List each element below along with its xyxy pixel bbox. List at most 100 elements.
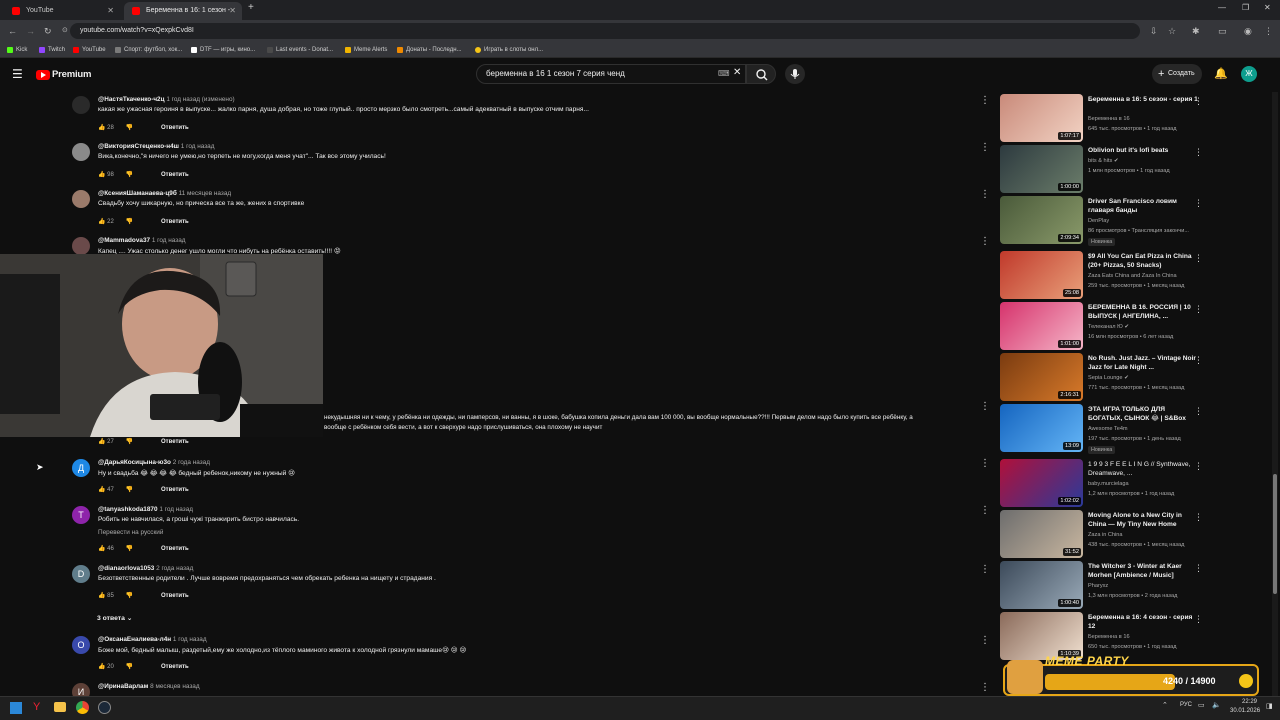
- like-icon[interactable]: 👍: [98, 593, 105, 599]
- file-explorer-icon[interactable]: [54, 702, 66, 712]
- volume-icon[interactable]: 🔈: [1212, 701, 1221, 709]
- video-title[interactable]: Oblivion but it's lofi beats: [1088, 146, 1200, 155]
- comment-author[interactable]: @КсенияШаманаева-ц9б 11 месяцев назад: [98, 190, 231, 197]
- related-video[interactable]: 2:09:34 Driver San Francisco ловим глава…: [1000, 196, 1210, 246]
- translate-link[interactable]: Перевести на русский: [98, 529, 163, 536]
- related-video[interactable]: 1:07:17 Беременна в 16: 5 сезон - серия …: [1000, 94, 1210, 142]
- related-video[interactable]: 1:01:00 БЕРЕМЕННА В 16. РОССИЯ | 10 ВЫПУ…: [1000, 302, 1210, 350]
- channel-name[interactable]: Pharyxz: [1088, 583, 1108, 589]
- comment-author[interactable]: @dianaorlova1053 2 года назад: [98, 565, 193, 572]
- avatar[interactable]: D: [72, 565, 90, 583]
- channel-name[interactable]: Zaza in China: [1088, 532, 1123, 538]
- channel-name[interactable]: bits & hits ✔: [1088, 158, 1119, 164]
- video-title[interactable]: No Rush. Just Jazz. – Vintage Noir Jazz …: [1088, 354, 1200, 372]
- clock-date[interactable]: 30.01.2026: [1230, 708, 1260, 714]
- like-icon[interactable]: 👍: [98, 219, 105, 225]
- video-menu-icon[interactable]: ⋮: [1194, 614, 1203, 625]
- dislike-icon[interactable]: 👎: [126, 664, 133, 670]
- video-menu-icon[interactable]: ⋮: [1194, 563, 1203, 574]
- video-thumbnail[interactable]: 13:09: [1000, 404, 1083, 452]
- like-icon[interactable]: 👍: [98, 664, 105, 670]
- video-menu-icon[interactable]: ⋮: [1194, 96, 1203, 107]
- chrome-icon[interactable]: [76, 701, 89, 714]
- like-icon[interactable]: 👍: [98, 125, 105, 131]
- video-thumbnail[interactable]: 1:10:39: [1000, 612, 1083, 660]
- comment-menu-icon[interactable]: ⋮: [980, 565, 990, 575]
- comment-author[interactable]: @НастяТкаченко-ч2ц 1 год назад (изменено…: [98, 96, 235, 103]
- video-title[interactable]: 1 9 9 3 F E E L I N G // Synthwave, Drea…: [1088, 460, 1200, 478]
- bookmark-kick[interactable]: Kick: [6, 42, 27, 58]
- bookmark-sport[interactable]: Спорт: футбол, хок...: [114, 42, 182, 58]
- channel-name[interactable]: Телеканал Ю ✔: [1088, 324, 1129, 330]
- related-video[interactable]: 1:10:39 Беременна в 16: 4 сезон - серия …: [1000, 612, 1210, 660]
- video-thumbnail[interactable]: 2:16:31: [1000, 353, 1083, 401]
- video-thumbnail[interactable]: 25:08: [1000, 251, 1083, 299]
- related-video[interactable]: 1:00:00 Oblivion but it's lofi beats bit…: [1000, 145, 1210, 193]
- comment-author[interactable]: @Mammadova37 1 год назад: [98, 237, 186, 244]
- new-tab-button[interactable]: +: [248, 2, 254, 13]
- input-language[interactable]: РУС: [1180, 702, 1192, 708]
- comment-menu-icon[interactable]: ⋮: [980, 143, 990, 153]
- scrollbar-thumb[interactable]: [1273, 474, 1277, 594]
- dislike-icon[interactable]: 👎: [126, 172, 133, 178]
- video-title[interactable]: The Witcher 3 - Winter at Kaer Morhen [A…: [1088, 562, 1200, 580]
- video-thumbnail[interactable]: 1:00:00: [1000, 145, 1083, 193]
- reload-icon[interactable]: ↻: [44, 23, 52, 39]
- video-thumbnail[interactable]: 1:02:02: [1000, 459, 1083, 507]
- video-menu-icon[interactable]: ⋮: [1194, 198, 1203, 209]
- forward-icon[interactable]: →: [26, 23, 35, 39]
- video-thumbnail[interactable]: 1:01:00: [1000, 302, 1083, 350]
- comment-menu-icon[interactable]: ⋮: [980, 237, 990, 247]
- reply-button[interactable]: Ответить: [161, 664, 189, 670]
- related-video[interactable]: 2:16:31 No Rush. Just Jazz. – Vintage No…: [1000, 353, 1210, 401]
- minimize-icon[interactable]: —: [1218, 3, 1226, 12]
- network-icon[interactable]: ▭: [1198, 701, 1205, 709]
- comment-author[interactable]: @ОксанаЕналиева-л4н 1 год назад: [98, 636, 207, 643]
- channel-name[interactable]: Беременна в 16: [1088, 634, 1130, 640]
- avatar[interactable]: [72, 143, 90, 161]
- premium-logo-text[interactable]: Premium: [52, 69, 91, 80]
- bookmark-donat[interactable]: Last events - Donat...: [266, 42, 333, 58]
- comment-menu-icon[interactable]: ⋮: [980, 96, 990, 106]
- browser-menu-icon[interactable]: ⋮: [1264, 23, 1273, 39]
- like-icon[interactable]: 👍: [98, 487, 105, 493]
- dislike-icon[interactable]: 👎: [126, 593, 133, 599]
- bookmark-donaty[interactable]: Донаты - Последн...: [396, 42, 462, 58]
- related-video[interactable]: 31:52 Moving Alone to a New City in Chin…: [1000, 510, 1210, 558]
- channel-name[interactable]: Awesome Te4m: [1088, 426, 1128, 432]
- video-menu-icon[interactable]: ⋮: [1194, 147, 1203, 158]
- bookmark-twitch[interactable]: Twitch: [38, 42, 65, 58]
- maximize-icon[interactable]: ❐: [1242, 3, 1249, 12]
- video-thumbnail[interactable]: 1:00:40: [1000, 561, 1083, 609]
- bookmark-meme-alerts[interactable]: Meme Alerts: [344, 42, 387, 58]
- site-info-icon[interactable]: ⊙: [62, 23, 68, 39]
- dislike-icon[interactable]: 👎: [126, 439, 133, 445]
- reply-button[interactable]: Ответить: [161, 546, 189, 552]
- comment-author[interactable]: @ИринаВарлам 8 месяцев назад: [98, 683, 200, 690]
- video-title[interactable]: ЭТА ИГРА ТОЛЬКО ДЛЯ БОГАТЫХ, СЫНОК 😂 | S…: [1088, 405, 1200, 423]
- bookmark-youtube[interactable]: YouTube: [72, 42, 106, 58]
- search-button[interactable]: [746, 64, 776, 84]
- clear-search-icon[interactable]: ✕: [733, 67, 741, 78]
- youtube-logo-icon[interactable]: [36, 70, 50, 80]
- channel-name[interactable]: Sepia Lounge ✔: [1088, 375, 1129, 381]
- related-video[interactable]: 25:08 $9 All You Can Eat Pizza in China …: [1000, 251, 1210, 299]
- related-video[interactable]: 1:00:40 The Witcher 3 - Winter at Kaer M…: [1000, 561, 1210, 609]
- comment-author[interactable]: @ВикторияСтеценко-н4ш 1 год назад: [98, 143, 214, 150]
- notifications-bell-icon[interactable]: 🔔: [1214, 67, 1228, 80]
- comment-menu-icon[interactable]: ⋮: [980, 459, 990, 469]
- comment-menu-icon[interactable]: ⋮: [980, 190, 990, 200]
- reply-button[interactable]: Ответить: [161, 593, 189, 599]
- like-icon[interactable]: 👍: [98, 172, 105, 178]
- steam-icon[interactable]: [98, 701, 111, 714]
- comment-menu-icon[interactable]: ⋮: [980, 683, 990, 693]
- video-menu-icon[interactable]: ⋮: [1194, 304, 1203, 315]
- dislike-icon[interactable]: 👎: [126, 546, 133, 552]
- avatar[interactable]: О: [72, 636, 90, 654]
- reply-button[interactable]: Ответить: [161, 219, 189, 225]
- video-menu-icon[interactable]: ⋮: [1194, 512, 1203, 523]
- video-title[interactable]: БЕРЕМЕННА В 16. РОССИЯ | 10 ВЫПУСК | АНГ…: [1088, 303, 1200, 321]
- close-tab-icon[interactable]: ✕: [229, 2, 236, 20]
- video-title[interactable]: Беременна в 16: 5 сезон - серия 1: [1088, 95, 1200, 104]
- profile-icon[interactable]: ◉: [1244, 23, 1252, 39]
